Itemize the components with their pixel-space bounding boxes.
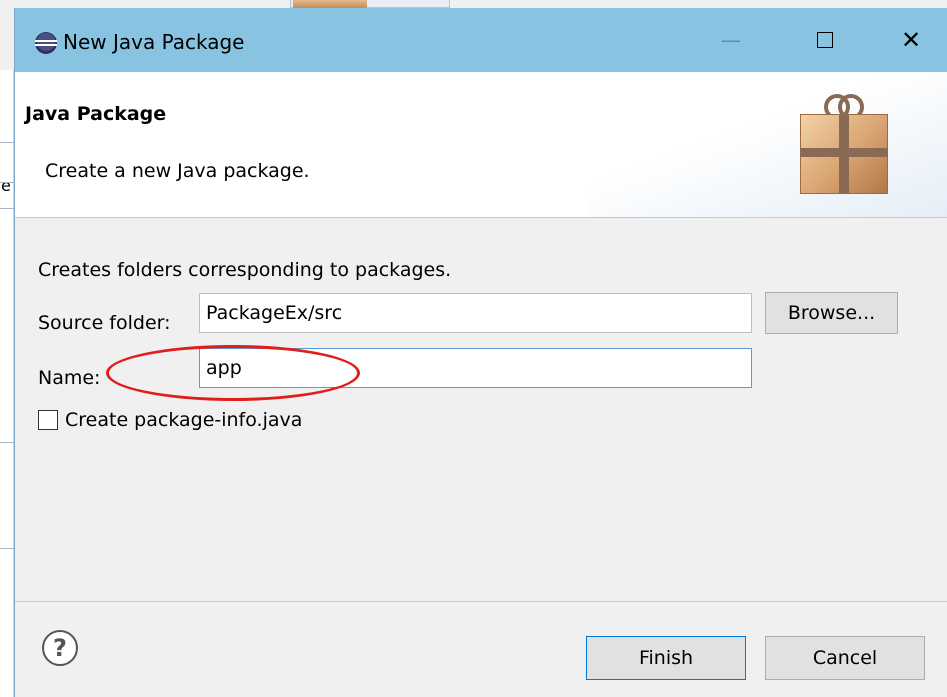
- wizard-header: Java Package Create a new Java package.: [15, 72, 947, 217]
- header-gradient: [588, 72, 947, 217]
- create-package-info-option[interactable]: Create package-info.java: [38, 408, 302, 432]
- background-editor-fragment: e: [0, 70, 14, 697]
- form-description: Creates folders corresponding to package…: [38, 259, 452, 281]
- name-label: Name:: [38, 367, 101, 389]
- maximize-button[interactable]: [795, 20, 855, 60]
- close-button[interactable]: ✕: [881, 20, 941, 60]
- header-separator: [15, 217, 947, 218]
- source-folder-input[interactable]: [199, 293, 752, 333]
- source-folder-label: Source folder:: [38, 312, 171, 334]
- background-line: [0, 442, 14, 443]
- cancel-button[interactable]: Cancel: [765, 636, 925, 680]
- new-java-package-dialog: New Java Package — ✕ Java Package Create…: [14, 8, 947, 697]
- background-line: [0, 142, 14, 143]
- create-package-info-label: Create package-info.java: [65, 409, 303, 431]
- help-icon[interactable]: ?: [42, 630, 78, 666]
- wizard-title: Java Package: [25, 103, 167, 125]
- wizard-description: Create a new Java package.: [45, 160, 310, 182]
- minimize-button[interactable]: —: [701, 20, 761, 60]
- background-text-fragment: e: [1, 176, 11, 195]
- background-line: [0, 548, 14, 549]
- package-name-input[interactable]: [199, 348, 752, 388]
- eclipse-icon: [35, 32, 57, 54]
- footer-separator: [15, 601, 947, 602]
- window-title: New Java Package: [63, 30, 245, 54]
- gift-package-icon: [800, 92, 888, 194]
- browse-button[interactable]: Browse...: [765, 292, 898, 334]
- gift-ribbon-horizontal: [800, 148, 888, 157]
- finish-button[interactable]: Finish: [586, 636, 746, 680]
- maximize-icon: [817, 32, 833, 48]
- create-package-info-checkbox[interactable]: [38, 410, 58, 430]
- background-gift-icon: [293, 0, 367, 8]
- title-bar[interactable]: New Java Package — ✕: [15, 8, 947, 72]
- background-line: [0, 182, 14, 183]
- gift-bow-icon: [822, 92, 866, 120]
- background-line: [0, 208, 14, 209]
